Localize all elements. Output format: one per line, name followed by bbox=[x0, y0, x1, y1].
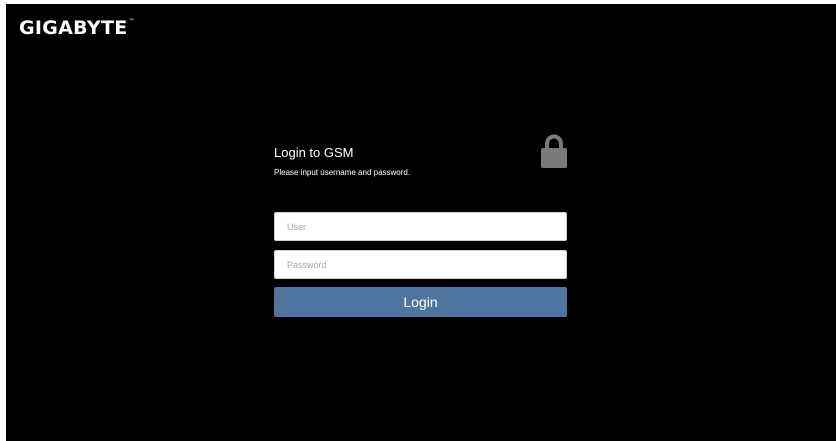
logo-text: GIGABYTE bbox=[19, 17, 128, 39]
login-subtitle: Please input username and password. bbox=[274, 168, 411, 177]
login-screen: GIGABYTE™ Login to GSM Please input user… bbox=[6, 4, 836, 441]
login-panel: Login to GSM Please input username and p… bbox=[274, 132, 567, 322]
login-button[interactable]: Login bbox=[274, 287, 567, 317]
lock-icon bbox=[541, 134, 567, 168]
username-input[interactable] bbox=[274, 212, 567, 241]
trademark-symbol: ™ bbox=[128, 18, 135, 25]
password-input[interactable] bbox=[274, 250, 567, 279]
gigabyte-logo: GIGABYTE™ bbox=[19, 17, 135, 39]
login-title: Login to GSM bbox=[274, 145, 354, 160]
